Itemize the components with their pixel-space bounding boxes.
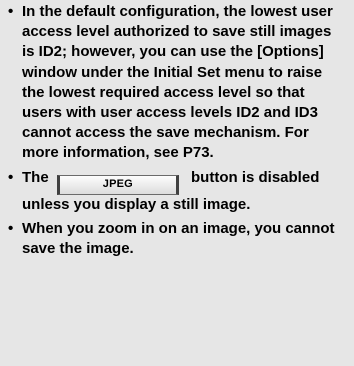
bullet-icon: •: [8, 168, 14, 186]
jpeg-button: JPEG: [56, 174, 179, 195]
note-jpeg-button-text: The JPEG button is disabled unless you d…: [22, 168, 344, 215]
note-jpeg-button: • The JPEG button is disabled unless you…: [8, 168, 344, 215]
note-access-level: • In the default configuration, the lowe…: [8, 2, 344, 164]
note-zoom-text: When you zoom in on an image, you cannot…: [22, 219, 335, 258]
notes-list: • In the default configuration, the lowe…: [0, 0, 354, 259]
bullet-icon: •: [8, 3, 14, 20]
bullet-icon: •: [8, 219, 14, 237]
note-jpeg-before: The: [22, 168, 49, 186]
note-access-level-text: In the default configuration, the lowest…: [22, 3, 333, 162]
note-zoom: • When you zoom in on an image, you cann…: [8, 219, 344, 259]
